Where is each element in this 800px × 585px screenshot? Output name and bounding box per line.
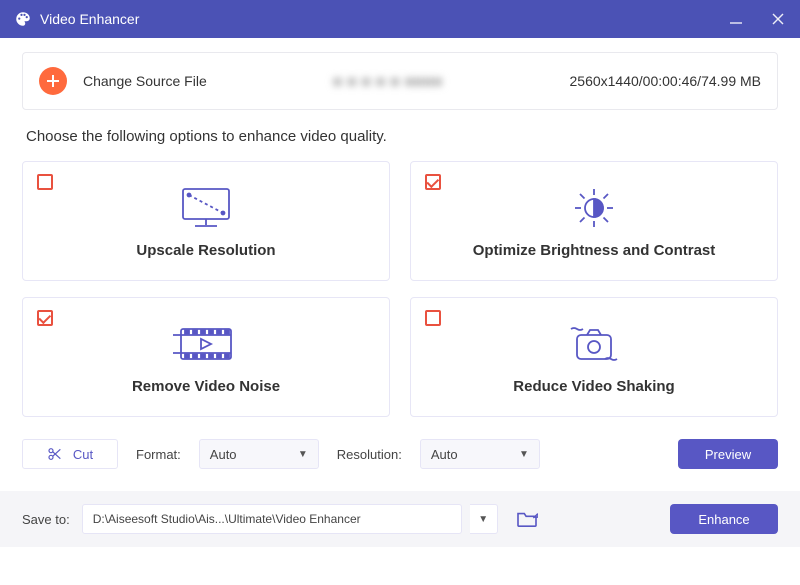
preview-button[interactable]: Preview	[678, 439, 778, 469]
controls-row: Cut Format: Auto ▼ Resolution: Auto ▼ Pr…	[22, 439, 778, 469]
enhance-label: Enhance	[698, 512, 749, 527]
preview-label: Preview	[705, 447, 751, 462]
chevron-down-icon: ▼	[478, 514, 488, 525]
format-value: Auto	[210, 447, 237, 462]
brightness-icon	[565, 184, 623, 232]
change-source-button[interactable]	[39, 67, 67, 95]
chevron-down-icon: ▼	[298, 449, 308, 460]
save-path-field[interactable]: D:\Aiseesoft Studio\Ais...\Ultimate\Vide…	[82, 504, 462, 534]
enhance-button[interactable]: Enhance	[670, 504, 778, 534]
checkbox-shaking[interactable]	[425, 310, 441, 326]
film-icon	[173, 320, 239, 368]
card-title-brightness: Optimize Brightness and Contrast	[473, 242, 716, 259]
save-path-dropdown[interactable]: ▼	[470, 504, 498, 534]
minimize-button[interactable]	[728, 11, 744, 27]
scissors-icon	[47, 446, 63, 462]
source-file-row: Change Source File ■ ■ ■ ■ ■ ■■■■ 2560x1…	[22, 52, 778, 110]
options-grid: Upscale Resolution Optimize Bright	[22, 161, 778, 417]
camera-shake-icon	[561, 320, 627, 368]
footer: Save to: D:\Aiseesoft Studio\Ais...\Ulti…	[0, 491, 800, 547]
close-button[interactable]	[770, 11, 786, 27]
format-select[interactable]: Auto ▼	[199, 439, 319, 469]
titlebar: Video Enhancer	[0, 0, 800, 38]
instruction-text: Choose the following options to enhance …	[26, 128, 774, 145]
window-controls	[728, 11, 786, 27]
card-remove-noise[interactable]: Remove Video Noise	[22, 297, 390, 417]
titlebar-left: Video Enhancer	[14, 10, 139, 28]
save-to-label: Save to:	[22, 512, 70, 527]
checkbox-upscale[interactable]	[37, 174, 53, 190]
cut-button[interactable]: Cut	[22, 439, 118, 469]
checkbox-noise[interactable]	[37, 310, 53, 326]
card-upscale-resolution[interactable]: Upscale Resolution	[22, 161, 390, 281]
card-title-noise: Remove Video Noise	[132, 378, 280, 395]
card-reduce-shaking[interactable]: Reduce Video Shaking	[410, 297, 778, 417]
source-filename: ■ ■ ■ ■ ■ ■■■■	[223, 73, 554, 89]
app-title: Video Enhancer	[40, 11, 139, 27]
palette-icon	[14, 10, 32, 28]
resolution-label: Resolution:	[337, 447, 402, 462]
resolution-value: Auto	[431, 447, 458, 462]
source-metadata: 2560x1440/00:00:46/74.99 MB	[570, 73, 762, 89]
card-brightness-contrast[interactable]: Optimize Brightness and Contrast	[410, 161, 778, 281]
chevron-down-icon: ▼	[519, 449, 529, 460]
card-title-shaking: Reduce Video Shaking	[513, 378, 674, 395]
change-source-label: Change Source File	[83, 73, 207, 89]
content-area: Change Source File ■ ■ ■ ■ ■ ■■■■ 2560x1…	[0, 38, 800, 469]
card-title-upscale: Upscale Resolution	[136, 242, 275, 259]
open-folder-button[interactable]	[516, 510, 538, 528]
checkbox-brightness[interactable]	[425, 174, 441, 190]
resolution-select[interactable]: Auto ▼	[420, 439, 540, 469]
format-label: Format:	[136, 447, 181, 462]
monitor-icon	[177, 184, 235, 232]
cut-label: Cut	[73, 447, 93, 462]
save-path-text: D:\Aiseesoft Studio\Ais...\Ultimate\Vide…	[93, 512, 361, 526]
